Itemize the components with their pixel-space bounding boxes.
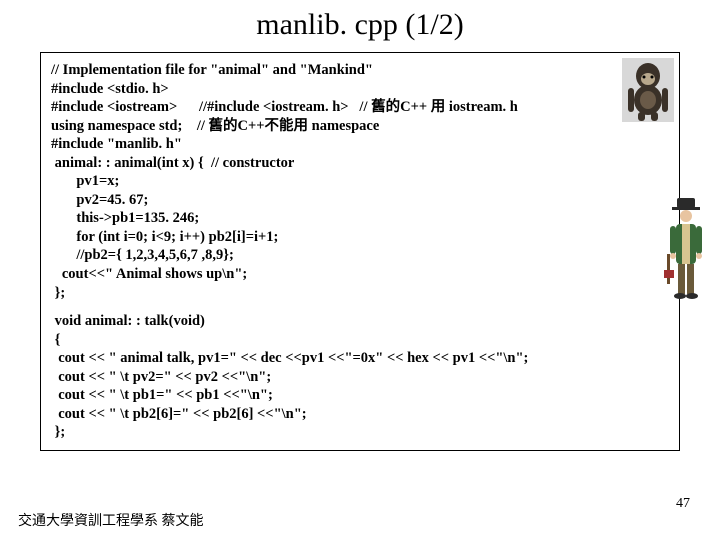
code-line: cout<<" Animal shows up\n"; <box>51 265 669 284</box>
code-line: this->pb1=135. 246; <box>51 209 669 228</box>
man-image <box>662 196 710 304</box>
code-line: pv2=45. 67; <box>51 191 669 210</box>
code-line: cout << " \t pv2=" << pv2 <<"\n"; <box>51 368 669 387</box>
page-number: 47 <box>676 496 690 512</box>
code-line: using namespace std; // 舊的C++不能用 namespa… <box>51 117 669 136</box>
code-line: pv1=x; <box>51 172 669 191</box>
code-line: void animal: : talk(void) <box>51 312 669 331</box>
code-line: #include "manlib. h" <box>51 135 669 154</box>
code-line: #include <stdio. h> <box>51 80 669 99</box>
code-box: // Implementation file for "animal" and … <box>40 52 680 451</box>
code-line: cout << " \t pb2[6]=" << pb2[6] <<"\n"; <box>51 405 669 424</box>
code-line: }; <box>51 284 669 303</box>
code-line: #include <iostream> //#include <iostream… <box>51 98 669 117</box>
code-line: animal: : animal(int x) { // constructor <box>51 154 669 173</box>
code-line: cout << " animal talk, pv1=" << dec <<pv… <box>51 349 669 368</box>
code-line: }; <box>51 423 669 442</box>
code-line: cout << " \t pb1=" << pb1 <<"\n"; <box>51 386 669 405</box>
code-line: // Implementation file for "animal" and … <box>51 61 669 80</box>
code-line: { <box>51 331 669 350</box>
code-line: //pb2={ 1,2,3,4,5,6,7 ,8,9}; <box>51 246 669 265</box>
code-line: for (int i=0; i<9; i++) pb2[i]=i+1; <box>51 228 669 247</box>
footer-text: 交通大學資訓工程學系 蔡文能 <box>18 510 204 530</box>
ape-image <box>622 58 674 122</box>
slide-title: manlib. cpp (1/2) <box>0 0 720 52</box>
